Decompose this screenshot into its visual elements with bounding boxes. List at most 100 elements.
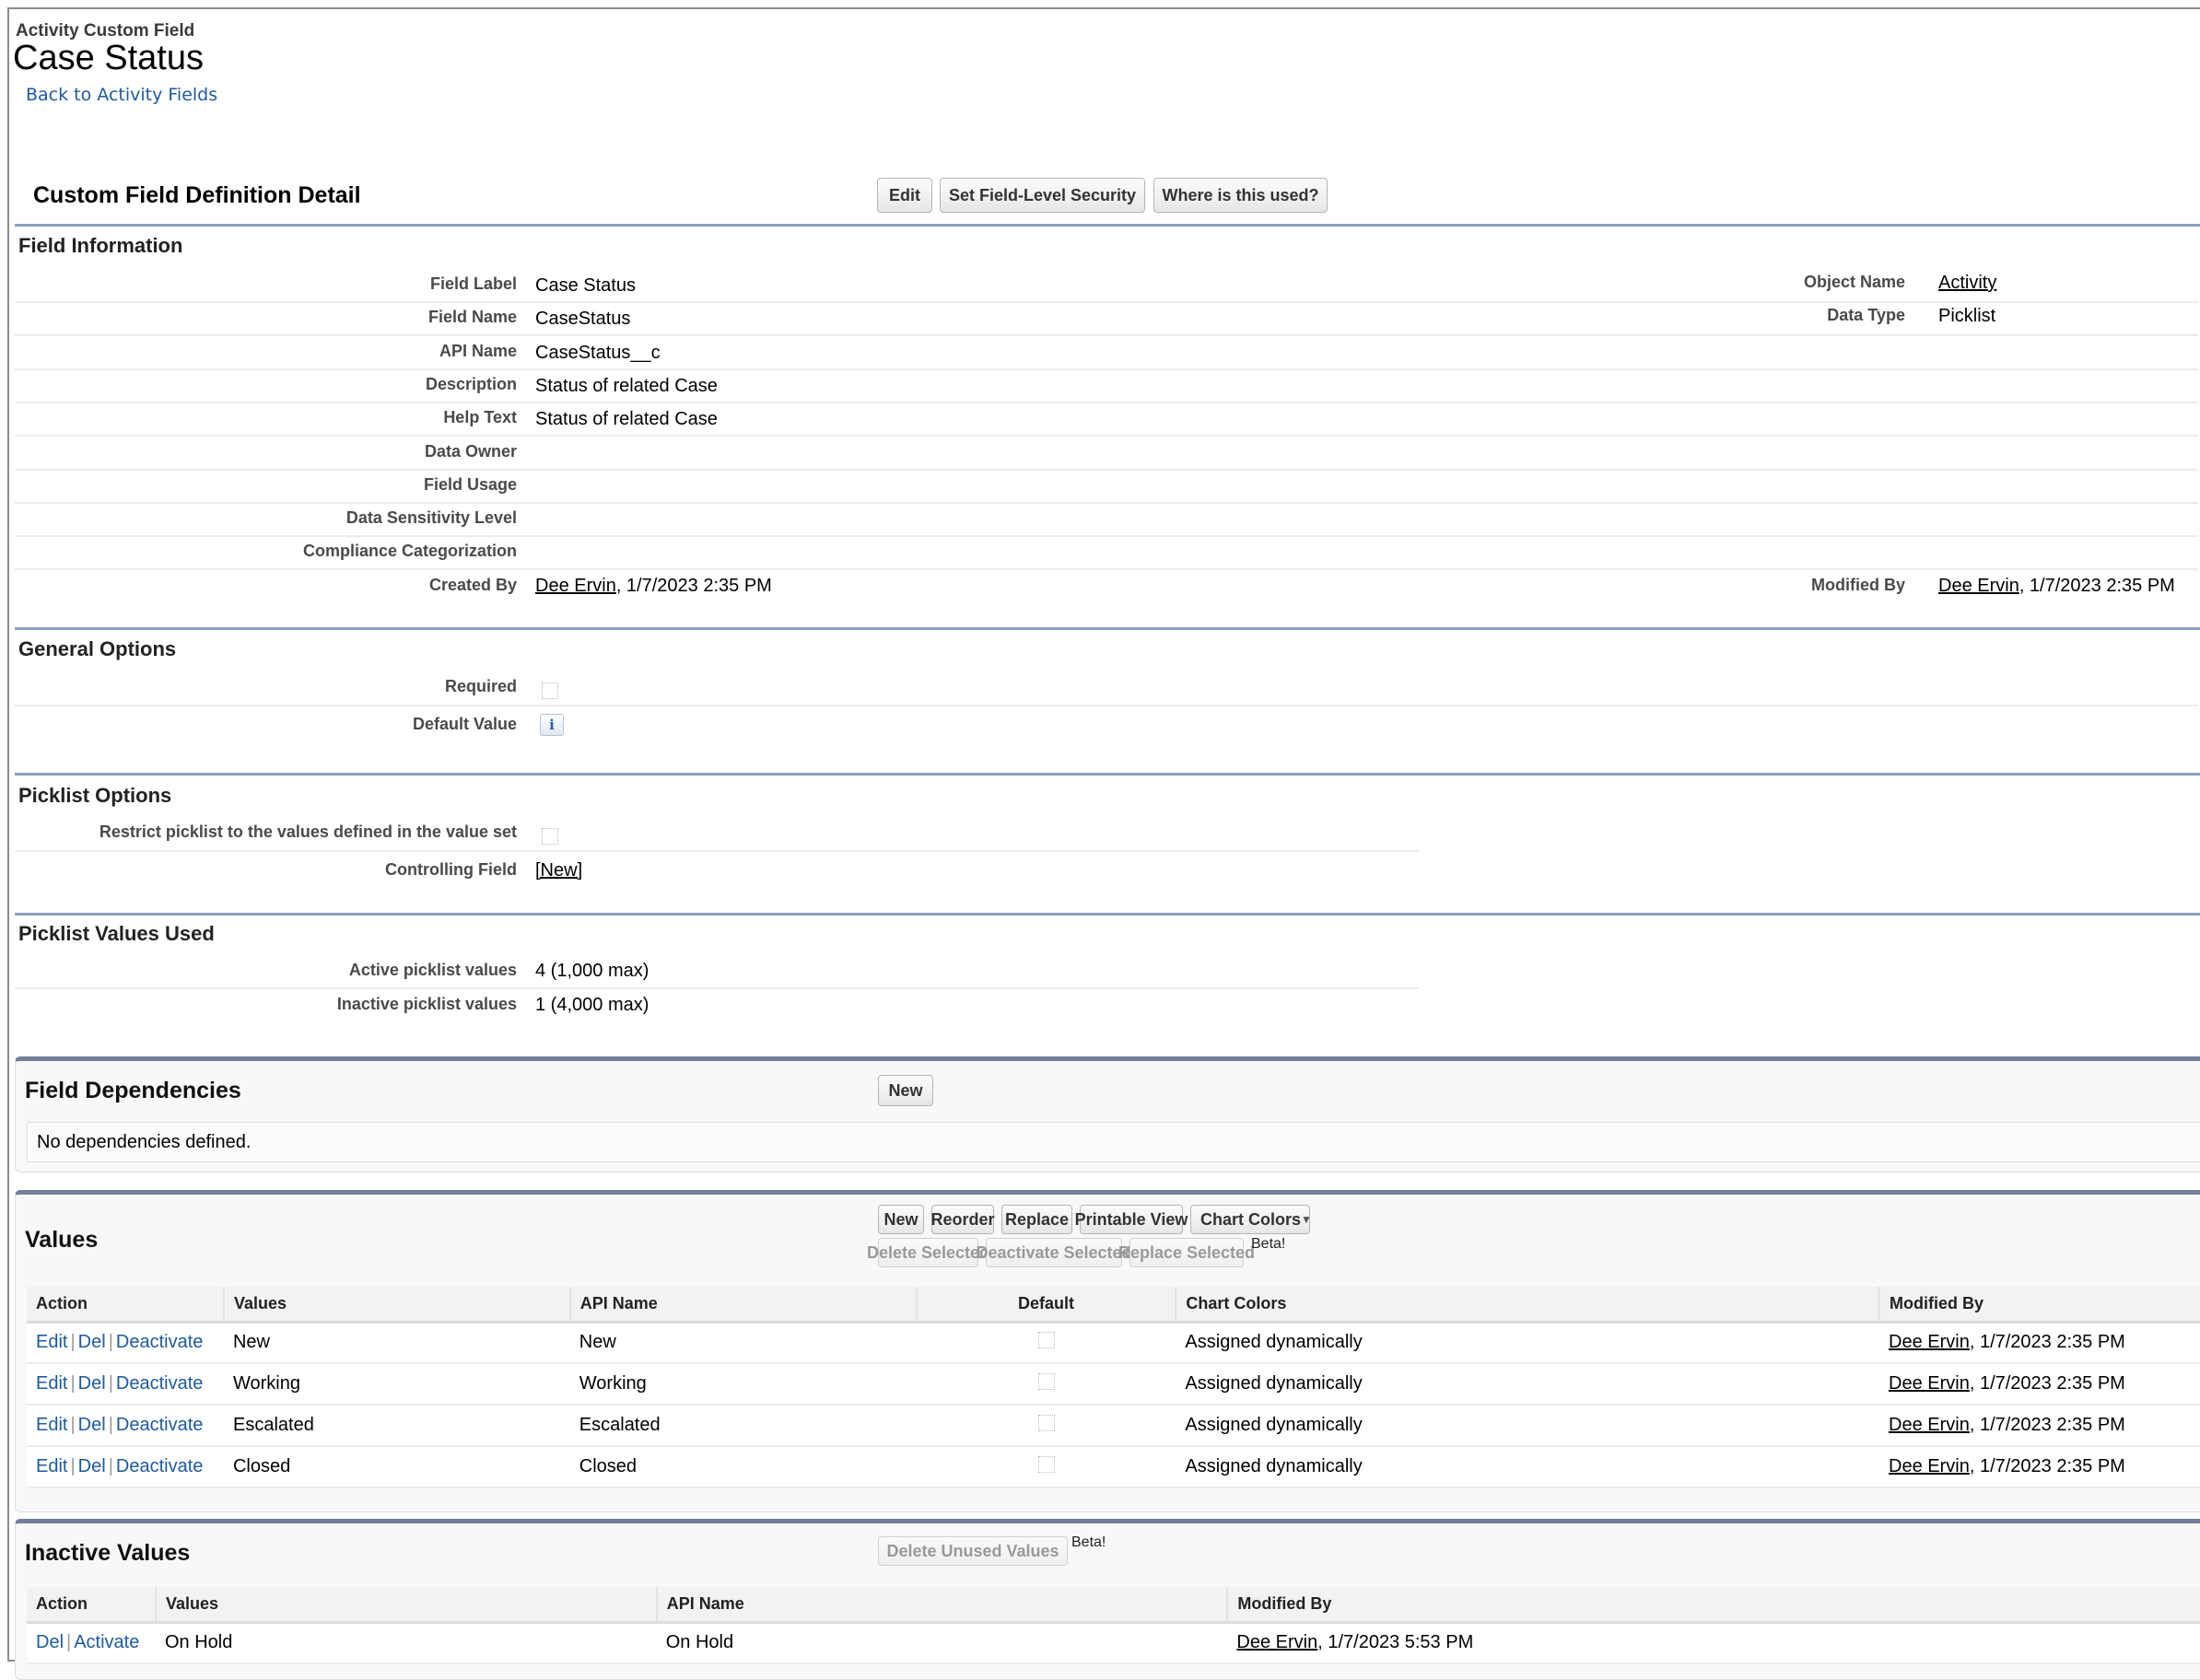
data-type-value: Picklist [1938, 306, 1996, 326]
controlling-field-label: Controlling Field [385, 860, 517, 879]
active-picklist-values-label: Active picklist values [348, 961, 517, 979]
deactivate-link[interactable]: Deactivate [116, 1415, 204, 1435]
column-header[interactable]: API Name [656, 1587, 1229, 1624]
default-cell [916, 1405, 1176, 1447]
field-information-heading: Field Information [18, 234, 183, 257]
modified-by-user-link[interactable]: Dee Ervin [1889, 1373, 1970, 1394]
printable-view-button[interactable]: Printable View [1075, 1205, 1188, 1234]
reorder-button[interactable]: Reorder [930, 1205, 995, 1234]
value-cell: New [223, 1322, 570, 1364]
value-cell: Working [223, 1363, 570, 1406]
column-header[interactable]: Modified By [1227, 1587, 2200, 1624]
delete-unused-values-button[interactable]: Delete Unused Values [878, 1536, 1068, 1566]
column-header[interactable]: API Name [569, 1287, 918, 1324]
beta-label: Beta! [1251, 1236, 1286, 1252]
deactivate-link[interactable]: Deactivate [116, 1373, 204, 1394]
column-header[interactable]: Modified By [1879, 1287, 2200, 1324]
no-dependencies-text: No dependencies defined. [37, 1132, 252, 1152]
inactive-picklist-values-label: Inactive picklist values [336, 995, 517, 1013]
created-by-row: Created By Dee Ervin, 1/7/2023 2:35 PM M… [15, 571, 2198, 604]
column-header[interactable]: Default [916, 1287, 1177, 1324]
created-by-user-link[interactable]: Dee Ervin [535, 576, 616, 596]
delete-selected-button[interactable]: Delete Selected [867, 1238, 989, 1267]
deactivate-selected-button[interactable]: Deactivate Selected [976, 1238, 1132, 1267]
deactivate-link[interactable]: Deactivate [116, 1332, 204, 1352]
inactive-picklist-values-row: Inactive picklist values 1 (4,000 max) [15, 989, 1419, 1022]
inactive-picklist-values-value: 1 (4,000 max) [535, 995, 649, 1015]
field-info-value: CaseStatus__c [535, 342, 661, 363]
field-info-label: Compliance Categorization [302, 542, 517, 561]
edit-link[interactable]: Edit [36, 1415, 67, 1435]
replace-selected-button[interactable]: Replace Selected [1118, 1238, 1255, 1267]
field-info-label: Description [425, 374, 517, 393]
set-field-level-security-button[interactable]: Set Field-Level Security [940, 178, 1145, 213]
where-is-this-used-button[interactable]: Where is this used? [1153, 178, 1328, 213]
field-info-row: API Name CaseStatus__c [15, 337, 2198, 370]
del-link[interactable]: Del [78, 1332, 106, 1352]
section-divider [15, 627, 2200, 630]
table-row: Edit | Del | Deactivate Closed Closed Assigned … [27, 1446, 2200, 1488]
detail-title: Custom Field Definition Detail [33, 182, 361, 208]
field-info-value: CaseStatus [535, 309, 631, 330]
new-dependency-button[interactable]: New [878, 1075, 933, 1106]
edit-button[interactable]: Edit [877, 178, 932, 213]
field-info-label: Help Text [443, 408, 517, 427]
column-header[interactable]: Chart Colors [1176, 1287, 1881, 1324]
active-picklist-values-value: 4 (1,000 max) [535, 961, 649, 981]
value-cell: On Hold [155, 1622, 657, 1664]
chart-colors-dropdown[interactable]: Chart Colors ▼ [1190, 1205, 1312, 1234]
required-checkbox [542, 682, 558, 699]
edit-link[interactable]: Edit [36, 1373, 67, 1394]
column-header[interactable]: Values [223, 1287, 571, 1324]
default-cell [916, 1446, 1176, 1488]
restrict-picklist-checkbox [542, 828, 558, 845]
edit-link[interactable]: Edit [36, 1332, 67, 1352]
inactive-values-table: Action Values API Name Modified By Del | Acti… [27, 1587, 2200, 1664]
info-icon[interactable]: i [540, 714, 564, 736]
modified-by-cell: Dee Ervin, 1/7/2023 2:35 PM [1879, 1363, 2200, 1406]
field-info-row: Field Usage [15, 471, 2198, 504]
deactivate-link[interactable]: Deactivate [116, 1456, 204, 1476]
page-title: Case Status [13, 39, 204, 77]
new-value-button[interactable]: New [878, 1205, 924, 1234]
field-info-label: Data Sensitivity Level [345, 508, 517, 528]
del-link[interactable]: Del [78, 1373, 106, 1394]
inactive-values-panel: Inactive Values Delete Unused Values Bet… [15, 1519, 2200, 1680]
modified-by-user-link[interactable]: Dee Ervin [1236, 1632, 1317, 1652]
activate-link[interactable]: Activate [74, 1632, 139, 1652]
replace-button[interactable]: Replace [1001, 1205, 1072, 1234]
created-by-label: Created By [428, 576, 517, 594]
field-info-value: Status of related Case [535, 409, 718, 430]
picklist-options-heading: Picklist Options [18, 784, 172, 807]
section-divider [15, 224, 2200, 227]
values-table: Action Values API Name Default Chart Colors M… [27, 1287, 2200, 1488]
column-header[interactable]: Values [155, 1587, 658, 1624]
field-dependencies-title: Field Dependencies [25, 1078, 241, 1103]
del-link[interactable]: Del [36, 1632, 64, 1652]
modified-by-user-link[interactable]: Dee Ervin [1938, 576, 2019, 596]
field-info-label: API Name [439, 341, 517, 360]
column-header[interactable]: Action [27, 1587, 157, 1624]
section-divider [15, 913, 2200, 916]
field-dependencies-panel: Field Dependencies New No dependencies d… [15, 1056, 2200, 1172]
modified-by-user-link[interactable]: Dee Ervin [1889, 1332, 1970, 1352]
field-info-label: Data Owner [424, 441, 517, 461]
controlling-field-new-link[interactable]: [New] [535, 860, 582, 881]
edit-link[interactable]: Edit [36, 1456, 67, 1476]
beta-label: Beta! [1071, 1534, 1106, 1550]
controlling-field-row: Controlling Field [New] [15, 852, 1419, 885]
column-header[interactable]: Action [27, 1287, 225, 1324]
modified-by-user-link[interactable]: Dee Ervin [1889, 1415, 1970, 1435]
back-to-activity-fields-link[interactable]: Back to Activity Fields [26, 85, 217, 105]
required-label: Required [444, 677, 517, 695]
chart-colors-cell: Assigned dynamically [1176, 1446, 1880, 1488]
object-name-link[interactable]: Activity [1938, 273, 1996, 293]
field-info-row: Data Owner [15, 438, 2198, 471]
del-link[interactable]: Del [78, 1456, 106, 1476]
modified-by-user-link[interactable]: Dee Ervin [1889, 1456, 1970, 1476]
modified-by-label: Modified By [1811, 576, 1905, 594]
general-options-heading: General Options [18, 637, 177, 660]
del-link[interactable]: Del [78, 1415, 106, 1435]
table-row: Del | Activate On Hold On Hold Dee Ervin, 1/7… [27, 1622, 2200, 1664]
field-info-row: Compliance Categorization [15, 537, 2198, 571]
